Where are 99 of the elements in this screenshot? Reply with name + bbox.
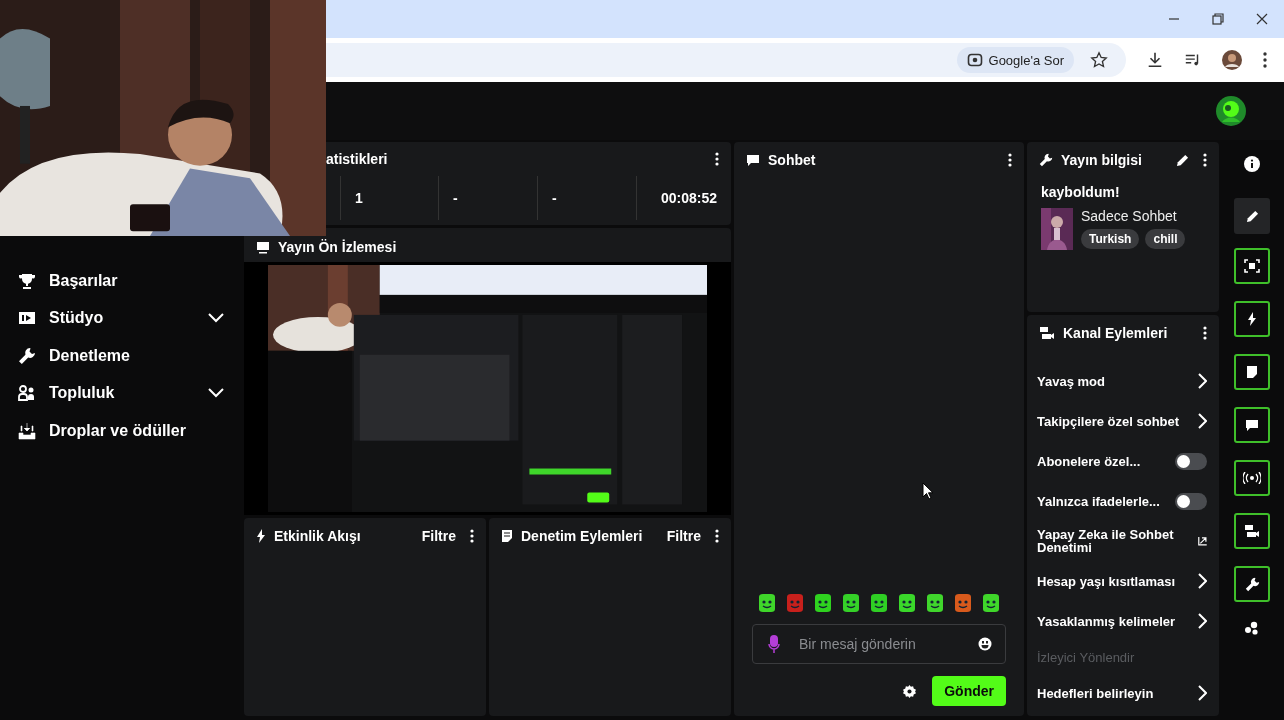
channel-action[interactable]: Yavaş mod xyxy=(1027,361,1219,401)
sidebar-item[interactable]: Başarılar xyxy=(18,262,244,300)
wrench-icon xyxy=(18,346,36,365)
profile-avatar[interactable] xyxy=(1222,50,1242,70)
channel-action[interactable]: Hesap yaşı kısıtlaması xyxy=(1027,561,1219,601)
lens-icon xyxy=(966,52,983,68)
emote-icon[interactable] xyxy=(924,592,946,614)
wrench-icon xyxy=(1244,576,1260,592)
settings-icon[interactable] xyxy=(903,684,917,698)
cursor-icon xyxy=(922,482,934,500)
chat-icon xyxy=(1245,418,1259,432)
emote-icon[interactable] xyxy=(756,592,778,614)
star-icon[interactable] xyxy=(1090,51,1108,69)
panel-title: Yayın bilgisi xyxy=(1061,152,1143,168)
panel-title: Yayın Ön İzlemesi xyxy=(278,238,397,255)
chevron-right-icon xyxy=(1197,685,1207,701)
camera-icon xyxy=(1039,326,1055,340)
user-avatar[interactable] xyxy=(1216,96,1246,126)
close-icon[interactable] xyxy=(1256,13,1268,25)
external-link-icon xyxy=(1197,535,1207,547)
broadcast-button[interactable] xyxy=(1234,460,1270,496)
drops-icon xyxy=(18,421,36,440)
channel-action[interactable]: Yapay Zeka ile Sohbet Denetimi xyxy=(1027,521,1219,561)
chat-icon xyxy=(746,153,760,167)
microphone-icon xyxy=(768,635,780,653)
bolt-icon xyxy=(1247,312,1257,326)
more-icon[interactable] xyxy=(470,529,474,543)
stat-value: 00:08:52 xyxy=(660,190,717,206)
tag[interactable]: chill xyxy=(1145,229,1186,249)
chat-button[interactable] xyxy=(1234,407,1270,443)
chevron-right-icon xyxy=(1197,613,1207,629)
sidebar-item[interactable]: Topluluk xyxy=(18,374,244,412)
people-icon xyxy=(18,384,36,403)
filter-button[interactable]: Filtre xyxy=(421,528,456,544)
chevron-right-icon xyxy=(1197,413,1207,429)
channel-action[interactable]: Yalnızca ifadelerle... xyxy=(1027,481,1219,521)
preview-icon xyxy=(256,239,270,254)
chevron-right-icon xyxy=(1197,373,1207,389)
tag[interactable]: Turkish xyxy=(1081,229,1140,249)
more-icon[interactable] xyxy=(1203,153,1207,167)
stream-title: kayboldum! xyxy=(1040,183,1121,202)
emote-icon[interactable] xyxy=(980,592,1002,614)
sidebar-item[interactable]: Stüdyo xyxy=(18,299,244,337)
camera-icon xyxy=(1244,524,1260,538)
bolt-icon xyxy=(256,529,266,543)
emote-icon[interactable] xyxy=(896,592,918,614)
more-icon[interactable] xyxy=(1008,153,1012,167)
dots-icon[interactable] xyxy=(1244,621,1260,635)
wrench-button[interactable] xyxy=(1234,566,1270,602)
pencil-icon xyxy=(1245,209,1259,223)
address-bar[interactable]: Google'a Sor xyxy=(326,43,1126,77)
emote-icon[interactable] xyxy=(812,592,834,614)
panel-title: Etkinlik Akışı xyxy=(274,528,362,544)
chevron-down-icon[interactable] xyxy=(208,388,224,399)
channel-action[interactable]: Takipçilere özel sohbet xyxy=(1027,401,1219,441)
chevron-down-icon[interactable] xyxy=(208,313,224,324)
send-button[interactable]: Gönder xyxy=(932,676,1006,706)
restore-icon[interactable] xyxy=(1212,13,1224,25)
toggle-switch[interactable] xyxy=(1175,492,1207,510)
channel-action[interactable]: Abonelere özel... xyxy=(1027,441,1219,481)
panel-title: Kanal Eylemleri xyxy=(1063,325,1169,341)
emoji-icon[interactable] xyxy=(978,637,992,651)
info-icon[interactable] xyxy=(1244,156,1260,172)
sidebar-item[interactable]: Droplar ve ödüller xyxy=(18,412,244,450)
more-icon[interactable] xyxy=(1203,326,1207,340)
emote-icon[interactable] xyxy=(868,592,890,614)
emote-icon[interactable] xyxy=(840,592,862,614)
filter-button[interactable]: Filtre xyxy=(666,528,701,544)
trophy-icon xyxy=(18,271,36,290)
stat-value: - xyxy=(552,190,557,206)
panel-title: Denetim Eylemleri xyxy=(521,528,644,544)
toggle-switch[interactable] xyxy=(1175,452,1207,470)
panel-title: atistikleri xyxy=(326,151,388,167)
capture-button[interactable] xyxy=(1234,248,1270,284)
edit-icon[interactable] xyxy=(1176,153,1189,167)
message-field[interactable]: Bir mesaj gönderin xyxy=(752,624,1006,664)
wrench-icon xyxy=(1039,153,1053,167)
panel-title: Sohbet xyxy=(768,152,817,168)
chevron-right-icon xyxy=(1197,573,1207,589)
more-icon[interactable] xyxy=(715,152,719,166)
more-icon[interactable] xyxy=(715,529,719,543)
emote-icon[interactable] xyxy=(952,592,974,614)
note-icon xyxy=(501,529,513,543)
capture-icon xyxy=(1244,259,1260,273)
note-icon xyxy=(1246,365,1258,379)
note-button[interactable] xyxy=(1234,354,1270,390)
stat-value: 1 xyxy=(355,190,363,206)
channel-action[interactable]: Yasaklanmış kelimeler xyxy=(1027,601,1219,641)
category-name[interactable]: Sadece Sohbet xyxy=(1081,208,1186,224)
sidebar-item[interactable]: Denetleme xyxy=(18,337,244,375)
broadcast-icon xyxy=(1243,472,1261,484)
stat-value: - xyxy=(453,190,458,206)
edit-button[interactable] xyxy=(1234,198,1270,234)
camera-button[interactable] xyxy=(1234,513,1270,549)
bolt-button[interactable] xyxy=(1234,301,1270,337)
ask-google-chip[interactable]: Google'a Sor xyxy=(956,47,1074,73)
download-icon[interactable] xyxy=(1146,51,1164,69)
channel-action[interactable]: Hedefleri belirleyin xyxy=(1027,673,1219,713)
menu-icon[interactable] xyxy=(1262,51,1268,69)
